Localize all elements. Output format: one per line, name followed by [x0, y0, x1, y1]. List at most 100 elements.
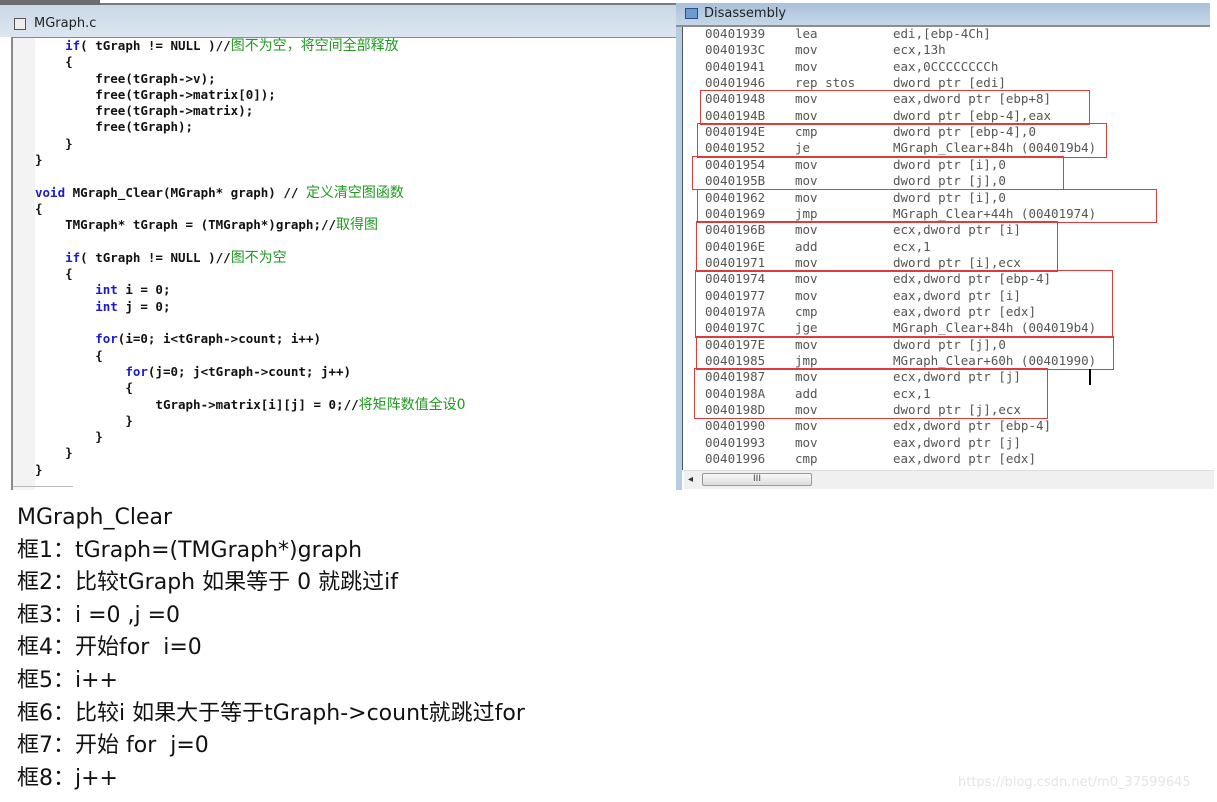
code-editor[interactable]: if( tGraph != NULL )//图不为空，将空间全部释放 { fre…: [11, 37, 678, 490]
code-keyword: if: [65, 38, 81, 53]
code-line: int i = 0;: [35, 282, 466, 298]
instruction-operands: dword ptr [edi]: [893, 75, 1006, 91]
highlight-box: [697, 188, 1157, 224]
instruction-address: 00401993: [705, 434, 766, 450]
code-text: }: [125, 412, 133, 428]
instruction-operands: ecx,13h: [893, 42, 946, 58]
code-text: {: [125, 380, 133, 396]
disassembly-listing[interactable]: 00401939 lea edi,[ebp-4Ch] 0040193C mov ecx,1…: [682, 26, 1211, 470]
code-line: }: [35, 152, 466, 168]
code-line: for(i=0; i<tGraph->count; i++): [35, 331, 466, 347]
code-line: }: [35, 136, 466, 152]
instruction-operands: eax,dword ptr [j]: [893, 434, 1021, 450]
instruction-address: 0040193C: [705, 42, 766, 58]
code-line: free(tGraph);: [35, 119, 466, 135]
code-text: free(tGraph->matrix);: [95, 103, 254, 119]
code-keyword: for: [125, 363, 148, 379]
code-text: ( tGraph != NULL )//: [80, 249, 231, 265]
disassembly-icon: [685, 8, 698, 19]
code-line: free(tGraph->v);: [35, 71, 466, 87]
code-keyword: for: [95, 331, 118, 347]
code-text: TMGraph* tGraph = (TMGraph*)graph;//: [65, 217, 337, 233]
code-line: TMGraph* tGraph = (TMGraph*)graph;//取得图: [35, 217, 466, 233]
code-text: free(tGraph);: [95, 119, 194, 135]
code-line: if( tGraph != NULL )//图不为空: [35, 250, 466, 266]
code-keyword: void: [35, 184, 66, 200]
instruction-operands: edx,dword ptr [ebp-4]: [893, 418, 1052, 434]
notes-section: MGraph_Clear 框1：tGraph=(TMGraph*)graph 框2…: [17, 502, 525, 795]
code-text: free(tGraph->v);: [95, 70, 216, 86]
code-line: }: [35, 429, 466, 445]
watermark: https://blog.csdn.net/m0_37599645: [958, 775, 1191, 790]
highlight-box: [695, 270, 1113, 338]
notes-title: MGraph_Clear: [17, 505, 172, 530]
highlight-box: [700, 90, 1090, 126]
instruction-opcode: cmp: [795, 451, 818, 467]
note-line: 框3：i =0 ,j =0: [17, 602, 181, 628]
code-text: }: [35, 461, 43, 477]
code-text: (i=0; i<tGraph->count; i++): [117, 331, 321, 347]
code-text: {: [65, 266, 73, 282]
instruction-address: 00401939: [705, 26, 766, 41]
code-line: free(tGraph->matrix);: [35, 103, 466, 119]
code-line: void MGraph_Clear(MGraph* graph) // 定义清空…: [35, 185, 466, 201]
code-comment: 定义清空图函数: [305, 184, 404, 201]
instruction-address: 00401990: [705, 418, 766, 434]
code-horizontal-scrollbar[interactable]: [13, 486, 73, 491]
instruction-opcode: mov: [795, 418, 818, 434]
code-line: }: [35, 413, 466, 429]
instruction-address: 00401996: [705, 451, 766, 467]
code-window-titlebar[interactable]: MGraph.c: [0, 5, 676, 37]
code-lines: if( tGraph != NULL )//图不为空，将空间全部释放 { fre…: [35, 38, 466, 478]
code-comment: 取得图: [336, 217, 379, 234]
highlight-box: [696, 335, 1114, 371]
highlight-box: [696, 221, 1058, 273]
disassembly-horizontal-scrollbar[interactable]: ◂ III: [684, 470, 1214, 489]
highlight-box: [692, 155, 1064, 191]
code-line: {: [35, 380, 466, 396]
code-text: MGraph_Clear(MGraph* graph) //: [65, 184, 306, 200]
code-window: MGraph.c if( tGraph != NULL )//图不为空，将空间全…: [0, 0, 678, 491]
instruction-operands: eax,dword ptr [edx]: [893, 451, 1036, 467]
scroll-left-arrow-icon[interactable]: ◂: [688, 474, 693, 485]
code-text: }: [95, 429, 103, 445]
code-line: if( tGraph != NULL )//图不为空，将空间全部释放: [35, 38, 466, 54]
disassembly-title: Disassembly: [704, 6, 787, 21]
code-line: for(j=0; j<tGraph->count; j++): [35, 364, 466, 380]
code-text: {: [95, 347, 103, 363]
code-text: }: [65, 445, 73, 461]
instruction-opcode: lea: [795, 26, 818, 41]
code-comment: 将矩阵数值全设0: [358, 396, 466, 413]
instruction-address: 00401941: [705, 58, 766, 74]
disassembly-titlebar[interactable]: Disassembly: [676, 3, 1210, 25]
code-keyword: if: [65, 249, 81, 265]
code-line: {: [35, 54, 466, 70]
code-line: {: [35, 348, 466, 364]
code-keyword: int: [95, 298, 118, 314]
code-text: tGraph->matrix[i][j] = 0;//: [155, 396, 359, 412]
code-comment: 图不为空: [230, 249, 287, 266]
note-line: 框1：tGraph=(TMGraph*)graph: [17, 537, 363, 563]
code-keyword: int: [95, 282, 118, 298]
code-line: int j = 0;: [35, 299, 466, 315]
instruction-opcode: rep stos: [795, 75, 856, 91]
note-line: 框5：i++: [17, 667, 118, 693]
source-file-icon: [14, 18, 26, 30]
code-text: {: [65, 54, 73, 70]
code-text: {: [35, 200, 43, 216]
code-comment: 图不为空，将空间全部释放: [230, 38, 399, 54]
instruction-operands: edi,[ebp-4Ch]: [893, 26, 991, 41]
code-line: {: [35, 266, 466, 282]
highlight-box: [697, 123, 1107, 158]
code-line: free(tGraph->matrix[0]);: [35, 87, 466, 103]
note-line: 框7：开始 for j=0: [17, 733, 209, 759]
instruction-opcode: mov: [795, 42, 818, 58]
note-line: 框4：开始for i=0: [17, 635, 202, 661]
editor-gutter: [13, 38, 35, 490]
instruction-opcode: mov: [795, 434, 818, 450]
scrollbar-thumb[interactable]: III: [702, 473, 812, 486]
disassembly-window: Disassembly 00401939 lea edi,[ebp-4Ch] 0040…: [676, 0, 1217, 490]
